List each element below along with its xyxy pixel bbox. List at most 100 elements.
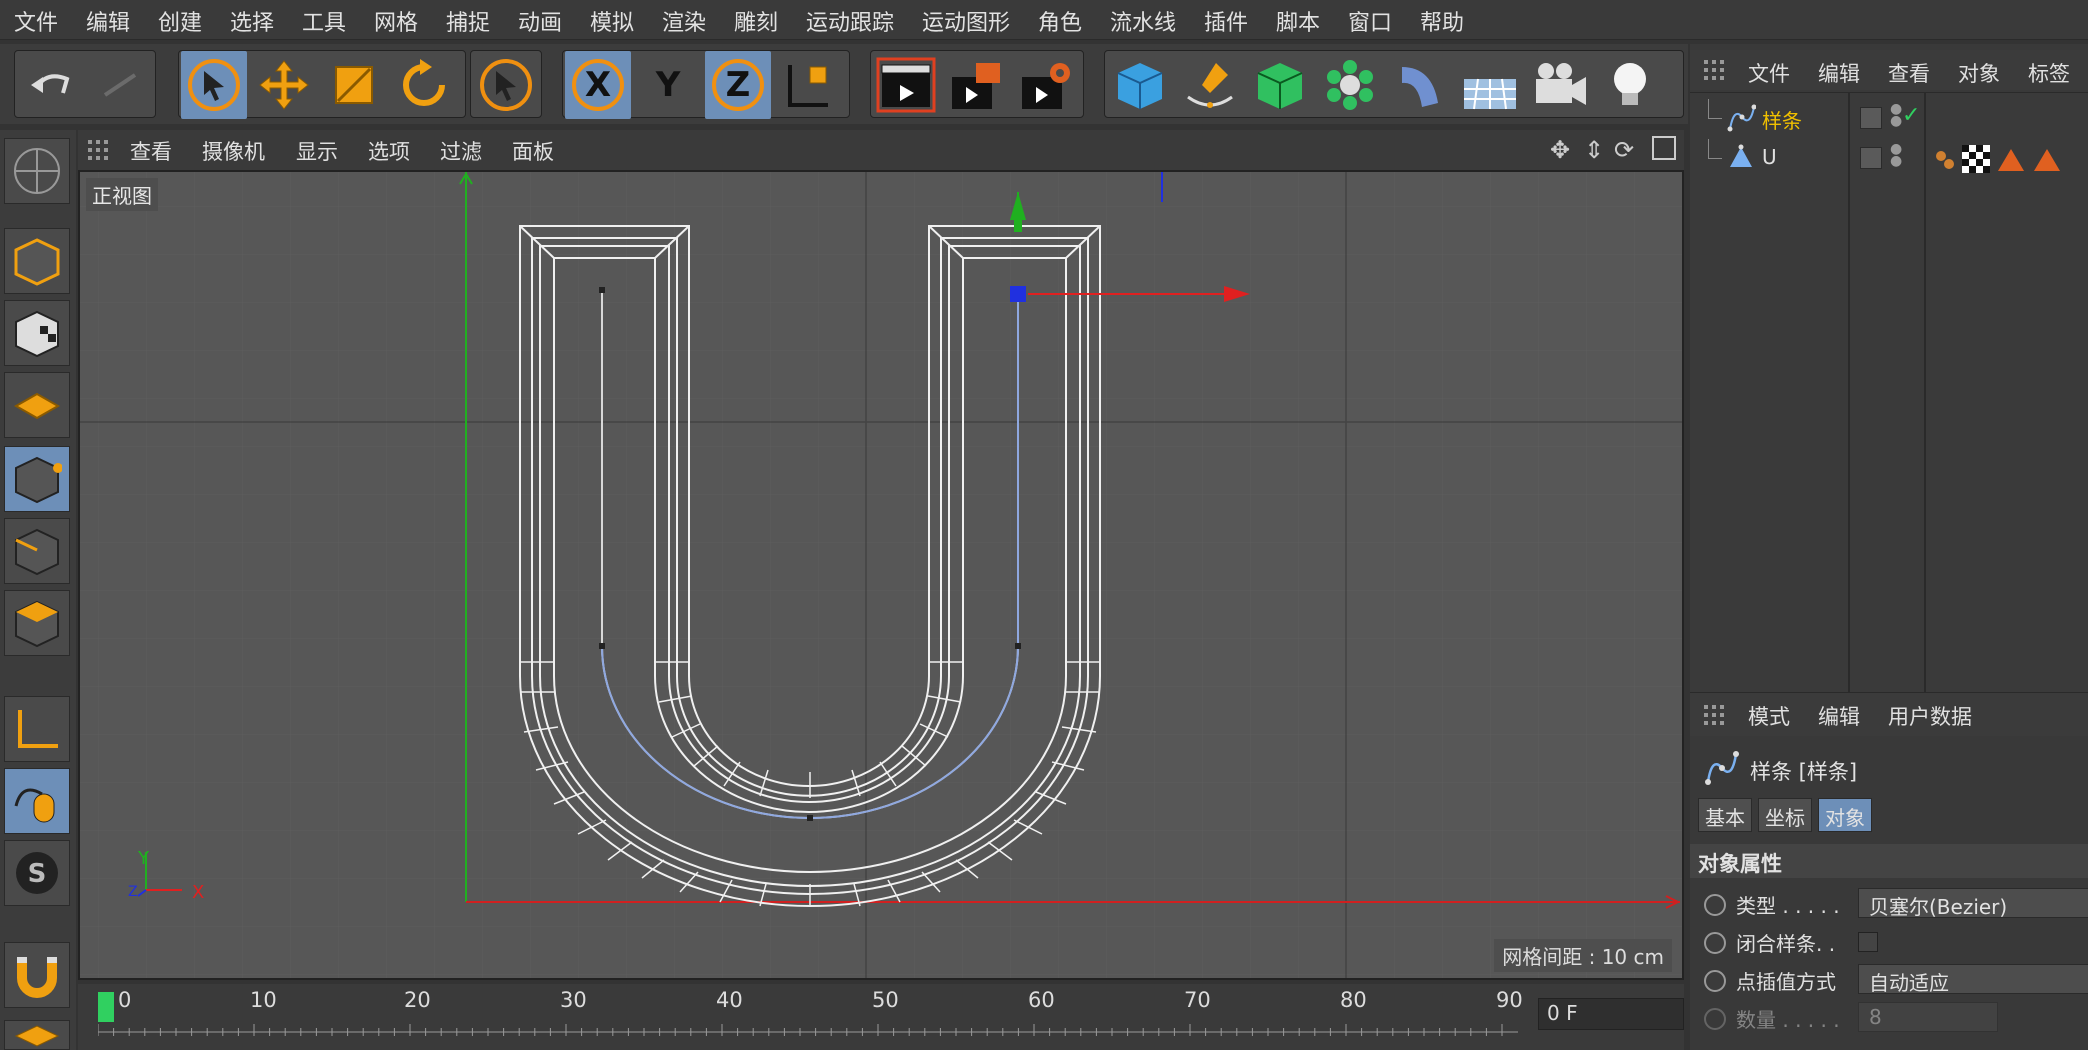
animate-radio[interactable] xyxy=(1704,894,1726,916)
tab-basic[interactable]: 基本 xyxy=(1698,798,1752,832)
coordinate-system-button[interactable] xyxy=(775,51,841,119)
menu-help[interactable]: 帮助 xyxy=(1420,5,1464,37)
menu-mograph[interactable]: 运动图形 xyxy=(922,5,1010,37)
menu-simulate[interactable]: 模拟 xyxy=(590,5,634,37)
texture-mode-button[interactable] xyxy=(4,300,70,366)
visibility-dots[interactable]: ● ● xyxy=(1890,102,1902,128)
viewport-menu-options[interactable]: 选项 xyxy=(368,136,410,166)
tag-icon[interactable] xyxy=(2032,147,2062,177)
object-menu-view[interactable]: 查看 xyxy=(1888,58,1930,88)
cube-button[interactable] xyxy=(1107,51,1173,119)
layer-swatch[interactable] xyxy=(1860,107,1882,129)
viewport-menu-cameras[interactable]: 摄像机 xyxy=(202,136,265,166)
front-viewport[interactable]: Y X Z 正视图 网格间距 : 10 cm xyxy=(78,170,1684,980)
viewport-menu-view[interactable]: 查看 xyxy=(130,136,172,166)
object-name[interactable]: U xyxy=(1762,145,1777,169)
animate-radio[interactable] xyxy=(1704,970,1726,992)
edges-mode-button[interactable] xyxy=(4,518,70,584)
z-axis-button[interactable]: Z xyxy=(705,51,771,119)
floor-button[interactable] xyxy=(1457,51,1523,119)
viewport-menu-filter[interactable]: 过滤 xyxy=(440,136,482,166)
object-menu-objects[interactable]: 对象 xyxy=(1958,58,2000,88)
menu-snap[interactable]: 捕捉 xyxy=(446,5,490,37)
object-menu-edit[interactable]: 编辑 xyxy=(1818,58,1860,88)
object-menu-tags[interactable]: 标签 xyxy=(2028,58,2070,88)
pen-tool-button[interactable] xyxy=(1177,51,1243,119)
menu-sculpt[interactable]: 雕刻 xyxy=(734,5,778,37)
menu-tools[interactable]: 工具 xyxy=(302,5,346,37)
object-menu-file[interactable]: 文件 xyxy=(1748,58,1790,88)
menu-edit[interactable]: 编辑 xyxy=(86,5,130,37)
camera-button[interactable] xyxy=(1527,51,1593,119)
menu-script[interactable]: 脚本 xyxy=(1276,5,1320,37)
menu-pipeline[interactable]: 流水线 xyxy=(1110,5,1176,37)
timeline[interactable]: 0 10 20 30 40 50 60 70 80 90 0 F xyxy=(78,984,1684,1050)
viewport-rotate-icon[interactable]: ⟳ xyxy=(1614,136,1634,164)
rotate-tool-button[interactable] xyxy=(391,51,457,119)
object-row-u[interactable]: U ● ● xyxy=(1690,139,2088,177)
tweak-mode-button[interactable] xyxy=(4,768,70,834)
material-sphere-icon[interactable] xyxy=(1934,149,1956,171)
light-button[interactable] xyxy=(1597,51,1663,119)
solo-button[interactable]: S xyxy=(4,840,70,906)
live-selection-button[interactable] xyxy=(181,51,247,119)
menu-character[interactable]: 角色 xyxy=(1038,5,1082,37)
menu-animate[interactable]: 动画 xyxy=(518,5,562,37)
animate-radio[interactable] xyxy=(1704,932,1726,954)
type-dropdown[interactable]: 贝塞尔(Bezier) xyxy=(1858,888,2088,919)
recent-tool-button[interactable] xyxy=(473,51,539,119)
current-frame-field[interactable]: 0 F xyxy=(1538,998,1684,1030)
workplane-button[interactable] xyxy=(4,372,70,438)
enabled-check-icon[interactable]: ✓ xyxy=(1902,103,1920,128)
model-mode-button[interactable] xyxy=(4,228,70,294)
intermediate-points-dropdown[interactable]: 自动适应 xyxy=(1858,964,2088,995)
menu-select[interactable]: 选择 xyxy=(230,5,274,37)
redo-button[interactable] xyxy=(87,51,153,119)
cloner-button[interactable] xyxy=(1317,51,1383,119)
layer-swatch[interactable] xyxy=(1860,147,1882,169)
checker-texture-tag-icon[interactable] xyxy=(1962,145,1990,173)
menu-create[interactable]: 创建 xyxy=(158,5,202,37)
axis-mode-button[interactable] xyxy=(4,696,70,762)
timeline-playhead[interactable] xyxy=(98,992,114,1022)
tab-object[interactable]: 对象 xyxy=(1818,798,1872,832)
undo-button[interactable] xyxy=(19,51,85,119)
viewport-move-icon[interactable]: ✥ xyxy=(1550,136,1570,164)
make-editable-button[interactable] xyxy=(4,138,70,204)
render-settings-button[interactable] xyxy=(1013,51,1079,119)
attr-menu-user-data[interactable]: 用户数据 xyxy=(1888,701,1972,731)
render-picture-viewer-button[interactable] xyxy=(943,51,1009,119)
snap-button[interactable] xyxy=(4,942,70,1008)
subdivision-surface-button[interactable] xyxy=(1247,51,1313,119)
attr-menu-edit[interactable]: 编辑 xyxy=(1818,701,1860,731)
phong-tag-icon[interactable] xyxy=(1996,147,2026,177)
attr-menu-mode[interactable]: 模式 xyxy=(1748,701,1790,731)
number-field[interactable]: 8 xyxy=(1858,1002,1998,1032)
render-view-button[interactable] xyxy=(873,51,939,119)
object-name[interactable]: 样条 xyxy=(1762,105,1802,134)
points-mode-button[interactable] xyxy=(4,446,70,512)
tab-coordinates[interactable]: 坐标 xyxy=(1758,798,1812,832)
grid-toggle-button[interactable] xyxy=(4,1020,70,1050)
object-row-spline[interactable]: 样条 ● ● ✓ xyxy=(1690,99,2088,137)
menu-render[interactable]: 渲染 xyxy=(662,5,706,37)
viewport-menu-bar: 查看 摄像机 显示 选项 过滤 面板 ✥ ⇕ ⟳ xyxy=(78,130,1684,170)
viewport-menu-display[interactable]: 显示 xyxy=(296,136,338,166)
menu-mesh[interactable]: 网格 xyxy=(374,5,418,37)
deformer-button[interactable] xyxy=(1387,51,1453,119)
move-tool-button[interactable] xyxy=(251,51,317,119)
menu-plugins[interactable]: 插件 xyxy=(1204,5,1248,37)
menu-motion-tracker[interactable]: 运动跟踪 xyxy=(806,5,894,37)
viewport-maximize-icon[interactable] xyxy=(1652,136,1676,160)
menu-window[interactable]: 窗口 xyxy=(1348,5,1392,37)
viewport-menu-panel[interactable]: 面板 xyxy=(512,136,554,166)
animate-radio[interactable] xyxy=(1704,1008,1726,1030)
scale-tool-button[interactable] xyxy=(321,51,387,119)
y-axis-button[interactable]: Y xyxy=(635,51,701,119)
close-spline-checkbox[interactable] xyxy=(1858,932,1878,952)
polygons-mode-button[interactable] xyxy=(4,590,70,656)
menu-file[interactable]: 文件 xyxy=(14,5,58,37)
viewport-zoom-icon[interactable]: ⇕ xyxy=(1584,136,1604,164)
visibility-dots[interactable]: ● ● xyxy=(1890,142,1902,168)
x-axis-button[interactable]: X xyxy=(565,51,631,119)
